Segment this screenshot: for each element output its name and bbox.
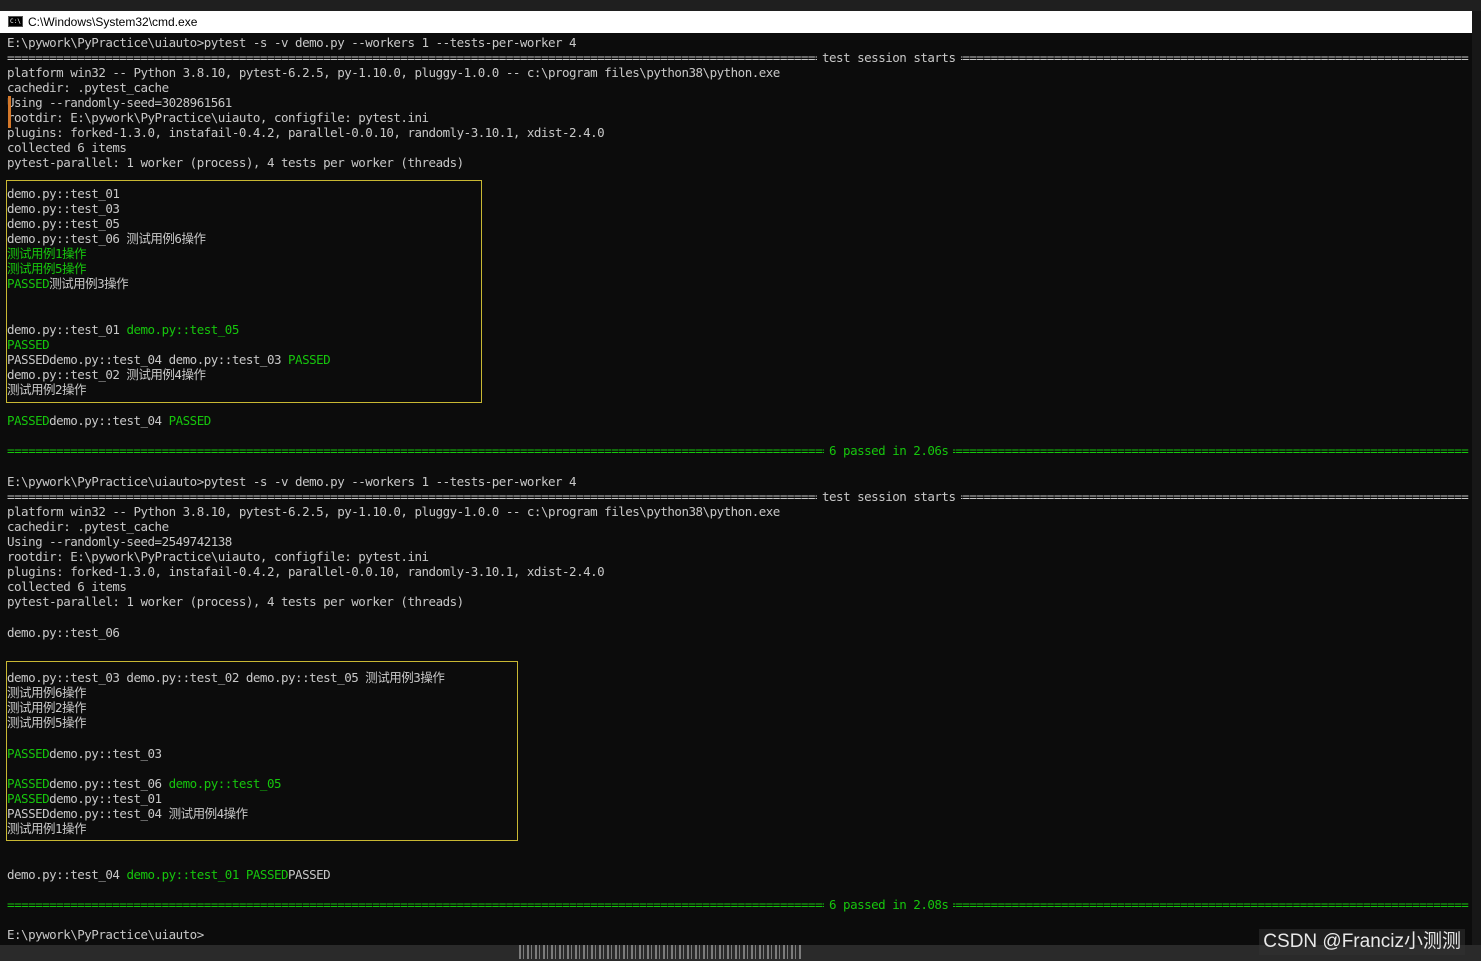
passed-label: PASSED — [7, 337, 50, 352]
title-bar[interactable]: C:\Windows\System32\cmd.exe — [0, 11, 1472, 34]
session-start-separator: ========================================… — [7, 50, 1469, 65]
output-line: PASSED测试用例3操作 — [7, 276, 129, 291]
cmd-window: C:\Windows\System32\cmd.exe E:\pywork\Py… — [0, 0, 1481, 961]
passed-label: PASSED — [288, 352, 331, 367]
scrollbar[interactable] — [1472, 11, 1481, 945]
output-text: demo.py::test_01 — [7, 322, 127, 337]
summary-text: 6 passed in 2.08s — [824, 897, 954, 912]
output-text: demo.py::test_06 — [49, 776, 169, 791]
text-cursor-marker — [8, 96, 11, 128]
output-text: PASSED — [288, 867, 331, 882]
command-line: E:\pywork\PyPractice\uiauto>pytest -s -v… — [7, 35, 577, 50]
rootdir-line: rootdir: E:\pywork\PyPractice\uiauto, co… — [7, 110, 429, 125]
output-text: demo.py::test_05 — [168, 776, 282, 791]
summary-text: 6 passed in 2.06s — [824, 443, 954, 458]
output-line: PASSEDdemo.py::test_04 测试用例4操作 — [7, 806, 248, 821]
output-line: 测试用例6操作 — [7, 685, 87, 700]
output-text: PASSEDdemo.py::test_04 demo.py::test_03 — [7, 352, 289, 367]
platform-line: platform win32 -- Python 3.8.10, pytest-… — [7, 504, 780, 519]
session-start-separator: ========================================… — [7, 489, 1469, 504]
passed-label: PASSED — [7, 776, 50, 791]
output-line: PASSEDdemo.py::test_04 PASSED — [7, 413, 211, 428]
command-prompt[interactable]: E:\pywork\PyPractice\uiauto> — [7, 927, 204, 942]
output-line: 测试用例2操作 — [7, 700, 87, 715]
watermark: CSDN @Franciz小测测 — [1259, 929, 1465, 955]
plugins-line: plugins: forked-1.3.0, instafail-0.4.2, … — [7, 564, 605, 579]
seed-line: Using --randomly-seed=2549742138 — [7, 534, 232, 549]
output-line: 测试用例1操作 — [7, 246, 87, 261]
session-header: test session starts — [817, 50, 961, 65]
console-output[interactable]: E:\pywork\PyPractice\uiauto>pytest -s -v… — [0, 33, 1472, 945]
top-strip — [0, 0, 1481, 11]
passed-label: PASSED — [7, 413, 50, 428]
seed-line: Using --randomly-seed=3028961561 — [7, 95, 232, 110]
output-line: PASSEDdemo.py::test_03 — [7, 746, 162, 761]
parallel-line: pytest-parallel: 1 worker (process), 4 t… — [7, 155, 464, 170]
output-line: 测试用例5操作 — [7, 715, 87, 730]
summary-separator: ========================================… — [7, 897, 1469, 912]
garbled-text-artifact — [519, 945, 802, 959]
cachedir-line: cachedir: .pytest_cache — [7, 80, 169, 95]
collected-line: collected 6 items — [7, 140, 127, 155]
output-text: demo.py::test_05 — [126, 322, 239, 337]
output-line: PASSEDdemo.py::test_01 — [7, 791, 162, 806]
output-line: demo.py::test_05 — [7, 216, 120, 231]
output-text: demo.py::test_04 — [7, 867, 127, 882]
output-line: demo.py::test_01 demo.py::test_05 — [7, 322, 239, 337]
cmd-icon — [8, 11, 23, 33]
output-text: 测试用例3操作 — [49, 276, 129, 291]
parallel-line: pytest-parallel: 1 worker (process), 4 t… — [7, 594, 464, 609]
output-text: demo.py::test_01 — [49, 791, 162, 806]
rootdir-line: rootdir: E:\pywork\PyPractice\uiauto, co… — [7, 549, 429, 564]
output-line: 测试用例1操作 — [7, 821, 87, 836]
output-line: PASSEDdemo.py::test_04 demo.py::test_03 … — [7, 352, 331, 367]
output-line: 测试用例2操作 — [7, 382, 87, 397]
cachedir-line: cachedir: .pytest_cache — [7, 519, 169, 534]
output-line: PASSEDdemo.py::test_06 demo.py::test_05 — [7, 776, 282, 791]
output-text: demo.py::test_04 — [49, 413, 169, 428]
platform-line: platform win32 -- Python 3.8.10, pytest-… — [7, 65, 780, 80]
collected-line: collected 6 items — [7, 579, 127, 594]
output-line: demo.py::test_01 — [7, 186, 120, 201]
passed-label: PASSED — [7, 746, 50, 761]
output-line: demo.py::test_06 测试用例6操作 — [7, 231, 206, 246]
session-header: test session starts — [817, 489, 961, 504]
output-line: demo.py::test_03 demo.py::test_02 demo.p… — [7, 670, 445, 685]
output-line: demo.py::test_02 测试用例4操作 — [7, 367, 206, 382]
output-line: demo.py::test_03 — [7, 201, 120, 216]
window-title: C:\Windows\System32\cmd.exe — [28, 15, 198, 29]
output-line: demo.py::test_04 demo.py::test_01 PASSED… — [7, 867, 331, 882]
passed-label: PASSED — [7, 276, 50, 291]
passed-label: PASSED — [168, 413, 212, 428]
output-line: demo.py::test_06 — [7, 625, 120, 640]
summary-separator: ========================================… — [7, 443, 1469, 458]
command-line: E:\pywork\PyPractice\uiauto>pytest -s -v… — [7, 474, 577, 489]
output-text: demo.py::test_03 — [49, 746, 162, 761]
plugins-line: plugins: forked-1.3.0, instafail-0.4.2, … — [7, 125, 605, 140]
passed-label: PASSED — [7, 791, 50, 806]
output-line: 测试用例5操作 — [7, 261, 87, 276]
output-text: demo.py::test_01 PASSED — [126, 867, 289, 882]
